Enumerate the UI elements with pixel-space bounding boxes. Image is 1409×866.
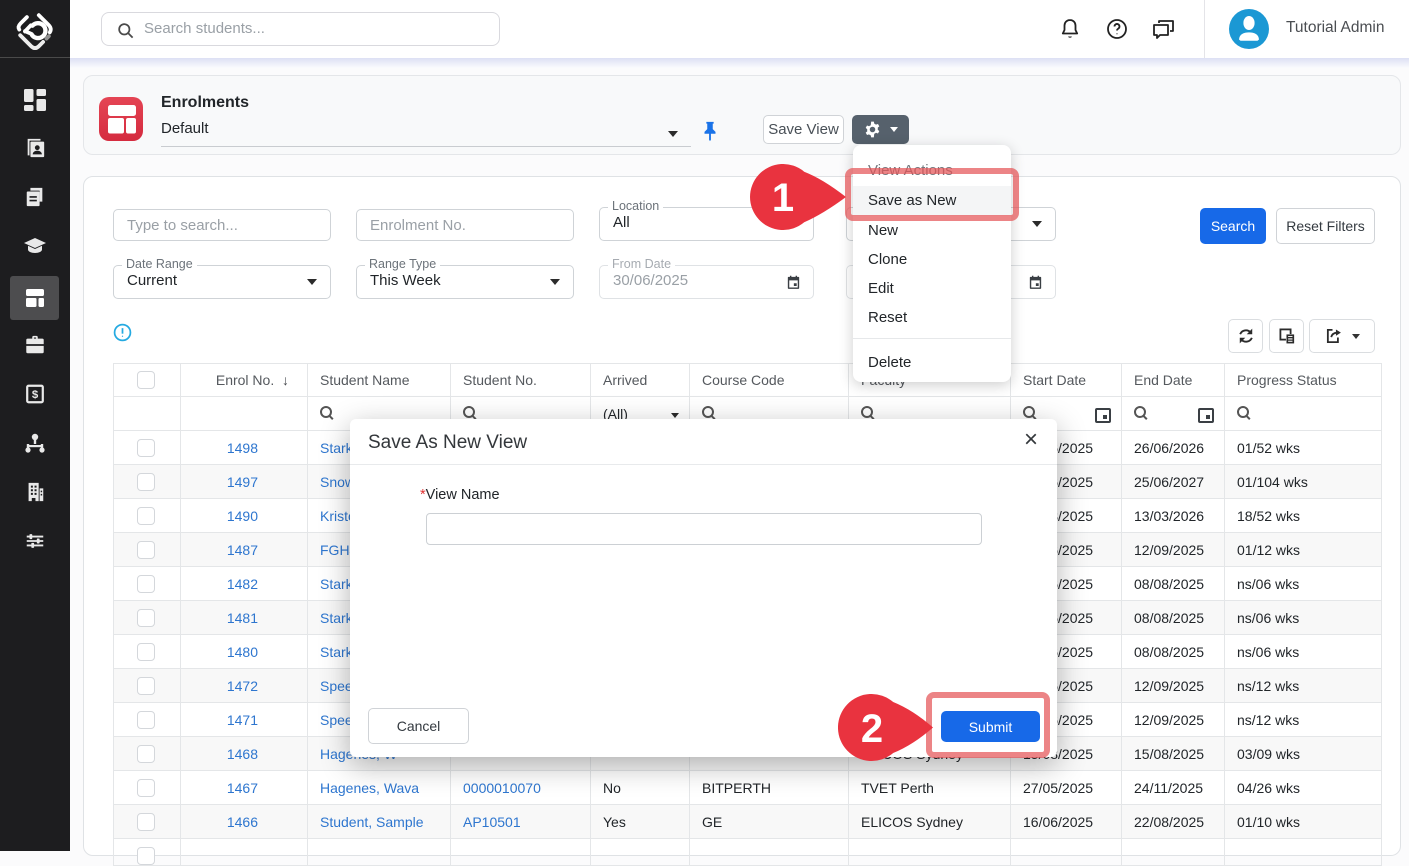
svg-text:2: 2: [861, 707, 883, 751]
svg-text:1: 1: [772, 176, 794, 220]
svg-text:$: $: [32, 389, 39, 401]
